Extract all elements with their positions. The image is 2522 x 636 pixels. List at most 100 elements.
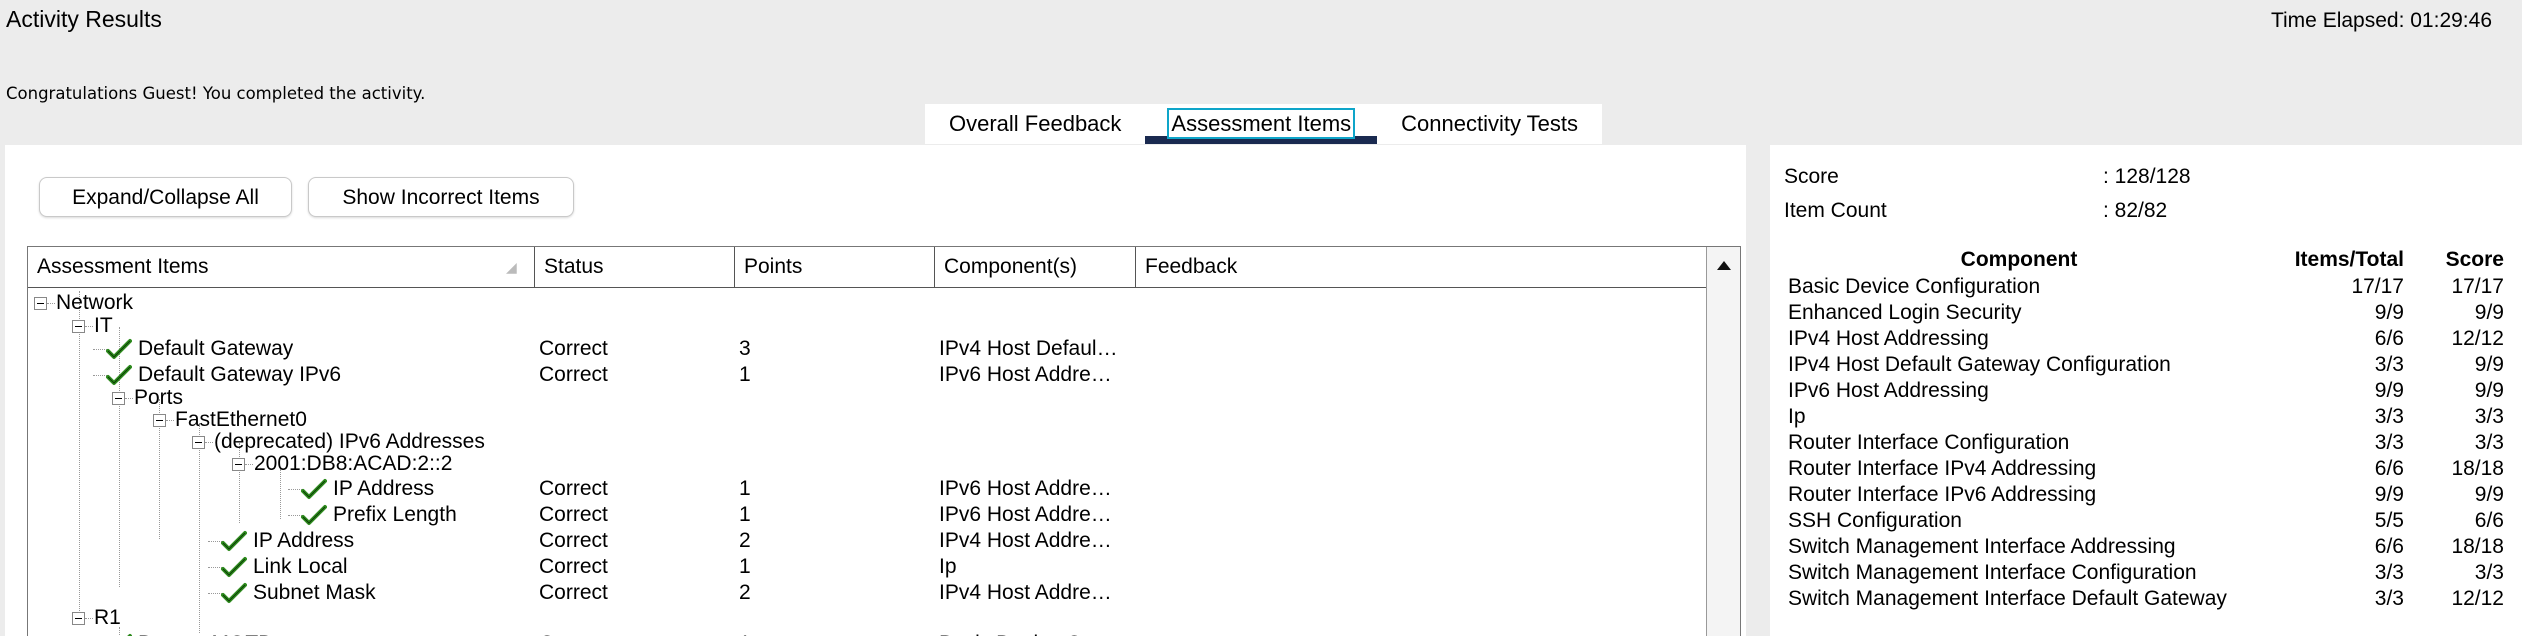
tab-label: Assessment Items [1167,108,1356,139]
minus-expander-icon[interactable] [232,458,245,471]
tree-connector-line [288,489,302,490]
minus-expander-icon[interactable] [72,320,85,333]
green-check-icon [221,531,247,551]
items-total: 6/6 [2374,535,2404,558]
points-cell: 1 [739,477,751,500]
tab-overall-feedback[interactable]: Overall Feedback [925,104,1145,144]
component-score: 18/18 [2451,457,2504,480]
component-row: Switch Management Interface Default Gate… [1784,586,2504,612]
green-check-icon [301,479,327,499]
component-score: 9/9 [2474,353,2504,376]
tree-item-row[interactable]: Default Gateway Correct 3 IPv4 Host Defaul… [28,336,1708,362]
items-total: 5/5 [2374,509,2404,532]
tree-item-label: Default Gateway [138,337,294,360]
assessment-tree[interactable]: Assessment Items ◢ Status Points Compone… [27,246,1741,636]
column-header-component: Component [1960,248,2078,271]
points-cell: 2 [739,581,751,604]
component-cell: IPv4 Host Addre… [939,529,1112,552]
component-row: IPv4 Host Addressing 6/6 12/12 [1784,326,2504,352]
component-score: 12/12 [2451,327,2504,350]
component-score: 3/3 [2474,405,2504,428]
score-value: : 128/128 [2103,165,2191,188]
column-label: Component(s) [944,255,1078,278]
minus-expander-icon[interactable] [34,297,47,310]
time-elapsed: Time Elapsed: 01:29:46 [2270,9,2492,32]
vertical-scrollbar[interactable] [1706,247,1740,636]
column-header-feedback[interactable]: Feedback [1136,247,1708,287]
points-cell: 1 [739,503,751,526]
component-table-header: Component Items/Total Score [1784,246,2504,274]
column-header-items-total: Items/Total [2294,248,2404,271]
green-check-icon [106,365,132,385]
expand-collapse-all-button[interactable]: Expand/Collapse All [39,177,292,217]
tree-folder-row[interactable]: R1 [28,605,1708,631]
tree-connector-line [288,515,302,516]
tree-header: Assessment Items ◢ Status Points Compone… [28,247,1708,288]
component-score: 12/12 [2451,587,2504,610]
tree-item-label: Subnet Mask [253,581,376,604]
tree-item-row[interactable]: Prefix Length Correct 1 IPv6 Host Addre… [28,502,1708,528]
column-label: Status [544,255,604,278]
component-name: IPv6 Host Addressing [1788,379,1989,402]
tab-assessment-items[interactable]: Assessment Items [1145,104,1378,144]
component-name: Router Interface Configuration [1788,431,2070,454]
status-cell: Correct [539,477,608,500]
column-header-components[interactable]: Component(s) [935,247,1136,287]
component-row: Basic Device Configuration 17/17 17/17 [1784,274,2504,300]
minus-expander-icon[interactable] [153,414,166,427]
column-header-assessment-items[interactable]: Assessment Items ◢ [28,247,535,287]
tree-item-row[interactable]: Subnet Mask Correct 2 IPv4 Host Addre… [28,580,1708,606]
items-total: 9/9 [2374,483,2404,506]
status-cell: Correct [539,529,608,552]
minus-expander-icon[interactable] [72,612,85,625]
column-header-status[interactable]: Status [535,247,735,287]
items-total: 6/6 [2374,457,2404,480]
green-check-icon [221,583,247,603]
component-cell: IPv6 Host Addre… [939,477,1112,500]
tree-item-label: Prefix Length [333,503,457,526]
tree-item-label: IP Address [253,529,355,552]
component-name: Switch Management Interface Configuratio… [1788,561,2197,584]
item-count-label: Item Count [1784,199,1887,222]
component-score: 9/9 [2474,483,2504,506]
component-cell: IPv6 Host Addre… [939,503,1112,526]
green-check-icon [221,557,247,577]
green-check-icon [301,505,327,525]
status-cell: Correct [539,555,608,578]
tab-bar: Overall Feedback Assessment Items Connec… [925,104,1603,144]
items-total: 6/6 [2374,327,2404,350]
column-header-points[interactable]: Points [735,247,935,287]
tree-item-row[interactable]: Link Local Correct 1 Ip [28,554,1708,580]
show-incorrect-items-button[interactable]: Show Incorrect Items [308,177,574,217]
component-row: IPv4 Host Default Gateway Configuration 3… [1784,352,2504,378]
items-total: 9/9 [2374,301,2404,324]
tree-item-row[interactable]: IP Address Correct 1 IPv6 Host Addre… [28,476,1708,502]
component-row: Enhanced Login Security 9/9 9/9 [1784,300,2504,326]
tab-connectivity-tests[interactable]: Connectivity Tests [1377,104,1602,144]
points-cell: 1 [739,631,751,636]
component-name: IPv4 Host Default Gateway Configuration [1788,353,2171,376]
column-label: Points [744,255,803,278]
green-check-icon [106,339,132,359]
tree-item-label: 2001:DB8:ACAD:2::2 [254,452,453,475]
component-name: IPv4 Host Addressing [1788,327,1989,350]
minus-expander-icon[interactable] [112,392,125,405]
component-cell: Ip [939,555,957,578]
points-cell: 3 [739,337,751,360]
score-label: Score [1784,165,1839,188]
tree-connector-line [208,541,222,542]
tree-folder-row[interactable]: 2001:DB8:ACAD:2::2 [28,451,1708,477]
tree-item-row[interactable]: IP Address Correct 2 IPv4 Host Addre… [28,528,1708,554]
tree-connector-line [166,420,174,421]
component-name: Ip [1788,405,1806,428]
items-total: 3/3 [2374,587,2404,610]
component-score: 9/9 [2474,301,2504,324]
component-row: Router Interface IPv4 Addressing 6/6 18/18 [1784,456,2504,482]
component-row: Switch Management Interface Configuratio… [1784,560,2504,586]
window-title: Activity Results [6,6,162,32]
tree-item-row[interactable]: Banner MOTD Correct 1 Basic Device Co… [28,631,1708,636]
scroll-up-arrow-icon[interactable] [1717,261,1731,270]
minus-expander-icon[interactable] [192,436,205,449]
component-row: Router Interface IPv6 Addressing 9/9 9/9 [1784,482,2504,508]
component-score: 17/17 [2451,275,2504,298]
